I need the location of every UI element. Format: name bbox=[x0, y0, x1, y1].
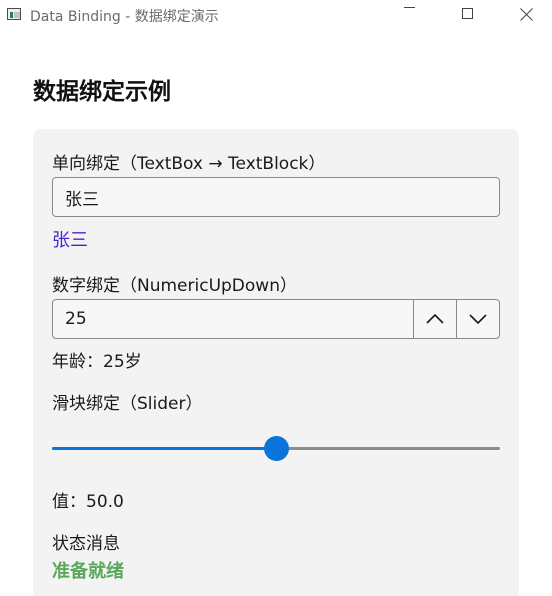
bound-name-text: 张三 bbox=[52, 230, 88, 251]
slider-track-fill bbox=[52, 447, 276, 450]
maximize-button[interactable] bbox=[444, 0, 490, 30]
title-bar: Data Binding - 数据绑定演示 bbox=[0, 0, 552, 30]
status-label: 状态消息 bbox=[52, 534, 120, 554]
app-window-icon bbox=[7, 8, 21, 20]
slider-binding-label: 滑块绑定（Slider） bbox=[52, 394, 203, 414]
decrement-button[interactable] bbox=[456, 300, 499, 338]
app-window: Data Binding - 数据绑定演示 数据绑定示例 单向绑定（TextBo… bbox=[0, 0, 552, 596]
chevron-up-icon bbox=[426, 314, 444, 324]
slider-thumb[interactable] bbox=[263, 436, 289, 461]
window-title: Data Binding - 数据绑定演示 bbox=[30, 9, 219, 25]
page-title: 数据绑定示例 bbox=[33, 79, 171, 105]
numeric-binding-label: 数字绑定（NumericUpDown） bbox=[52, 276, 297, 296]
slider-value-text: 值：50.0 bbox=[52, 492, 124, 512]
close-icon bbox=[520, 7, 534, 21]
maximize-icon bbox=[461, 7, 473, 19]
age-numeric-updown[interactable]: 25 bbox=[52, 299, 500, 339]
age-result-text: 年龄：25岁 bbox=[52, 352, 142, 372]
one-way-binding-label: 单向绑定（TextBox → TextBlock） bbox=[52, 154, 326, 174]
minimize-button[interactable] bbox=[386, 0, 432, 30]
age-numeric-value[interactable]: 25 bbox=[65, 300, 87, 338]
chevron-down-icon bbox=[469, 314, 487, 324]
increment-button[interactable] bbox=[413, 300, 456, 338]
name-input[interactable]: 张三 bbox=[52, 177, 500, 217]
minimize-icon bbox=[403, 6, 415, 8]
close-button[interactable] bbox=[504, 0, 550, 30]
status-message: 准备就绪 bbox=[52, 561, 124, 582]
